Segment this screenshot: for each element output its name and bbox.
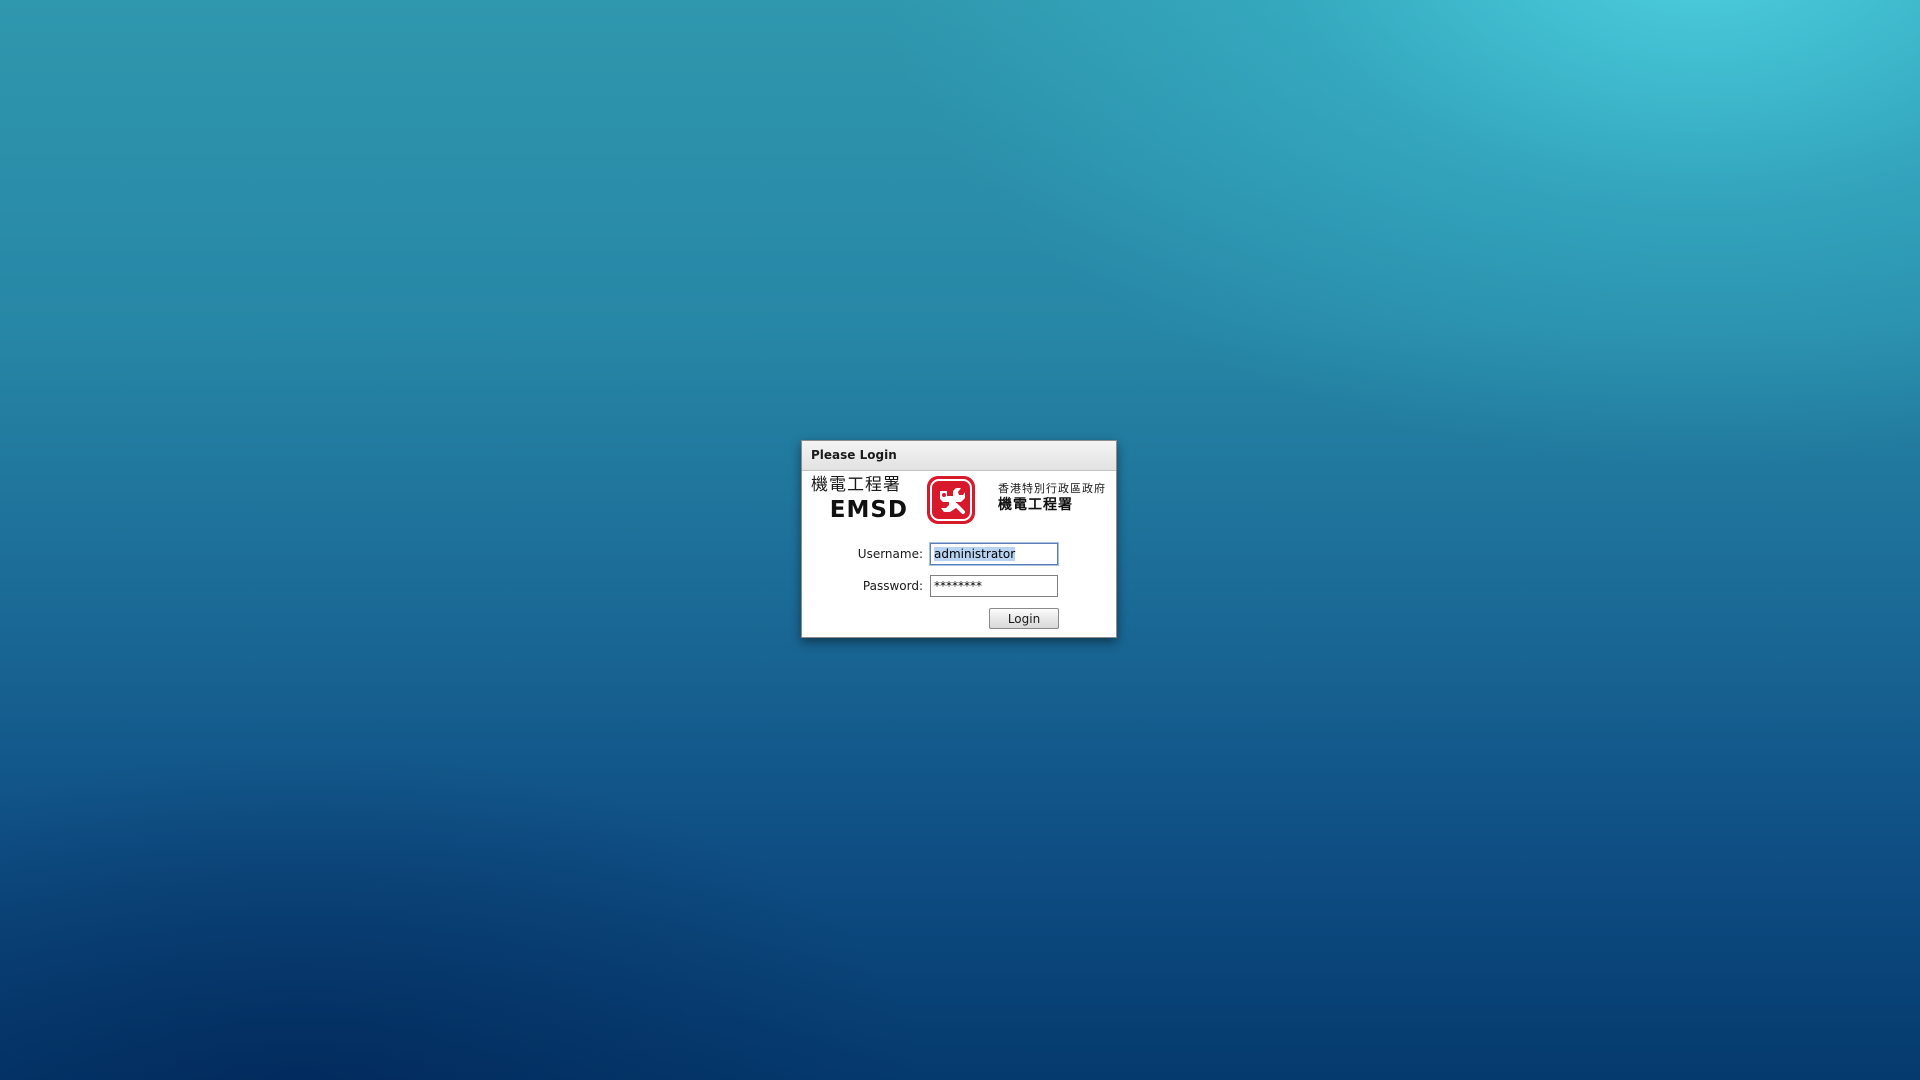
username-row: Username: — [802, 543, 1118, 567]
emsd-emblem-icon — [927, 476, 975, 524]
logo-abbreviation: EMSD — [829, 497, 908, 523]
logo-department: 機電工程署 — [998, 497, 1073, 513]
username-input[interactable] — [930, 543, 1058, 565]
login-dialog: Please Login 機電工程署 EMSD 香港特別行政區政府 機電工程署 … — [801, 440, 1117, 638]
logo-chinese-name: 機電工程署 — [811, 475, 901, 495]
logo-department-text: 香港特別行政區政府 機電工程署 — [998, 481, 1113, 514]
password-row: Password: — [802, 575, 1118, 599]
logo-wordmark: 機電工程署 EMSD — [811, 475, 911, 525]
logo-government: 香港特別行政區政府 — [998, 482, 1106, 495]
password-label: Password: — [862, 579, 923, 593]
login-button[interactable]: Login — [989, 608, 1059, 629]
emsd-logo: 機電工程署 EMSD 香港特別行政區政府 機電工程署 — [811, 475, 1111, 525]
username-label: Username: — [857, 547, 923, 561]
password-input[interactable] — [930, 575, 1058, 597]
dialog-title: Please Login — [802, 441, 1116, 471]
